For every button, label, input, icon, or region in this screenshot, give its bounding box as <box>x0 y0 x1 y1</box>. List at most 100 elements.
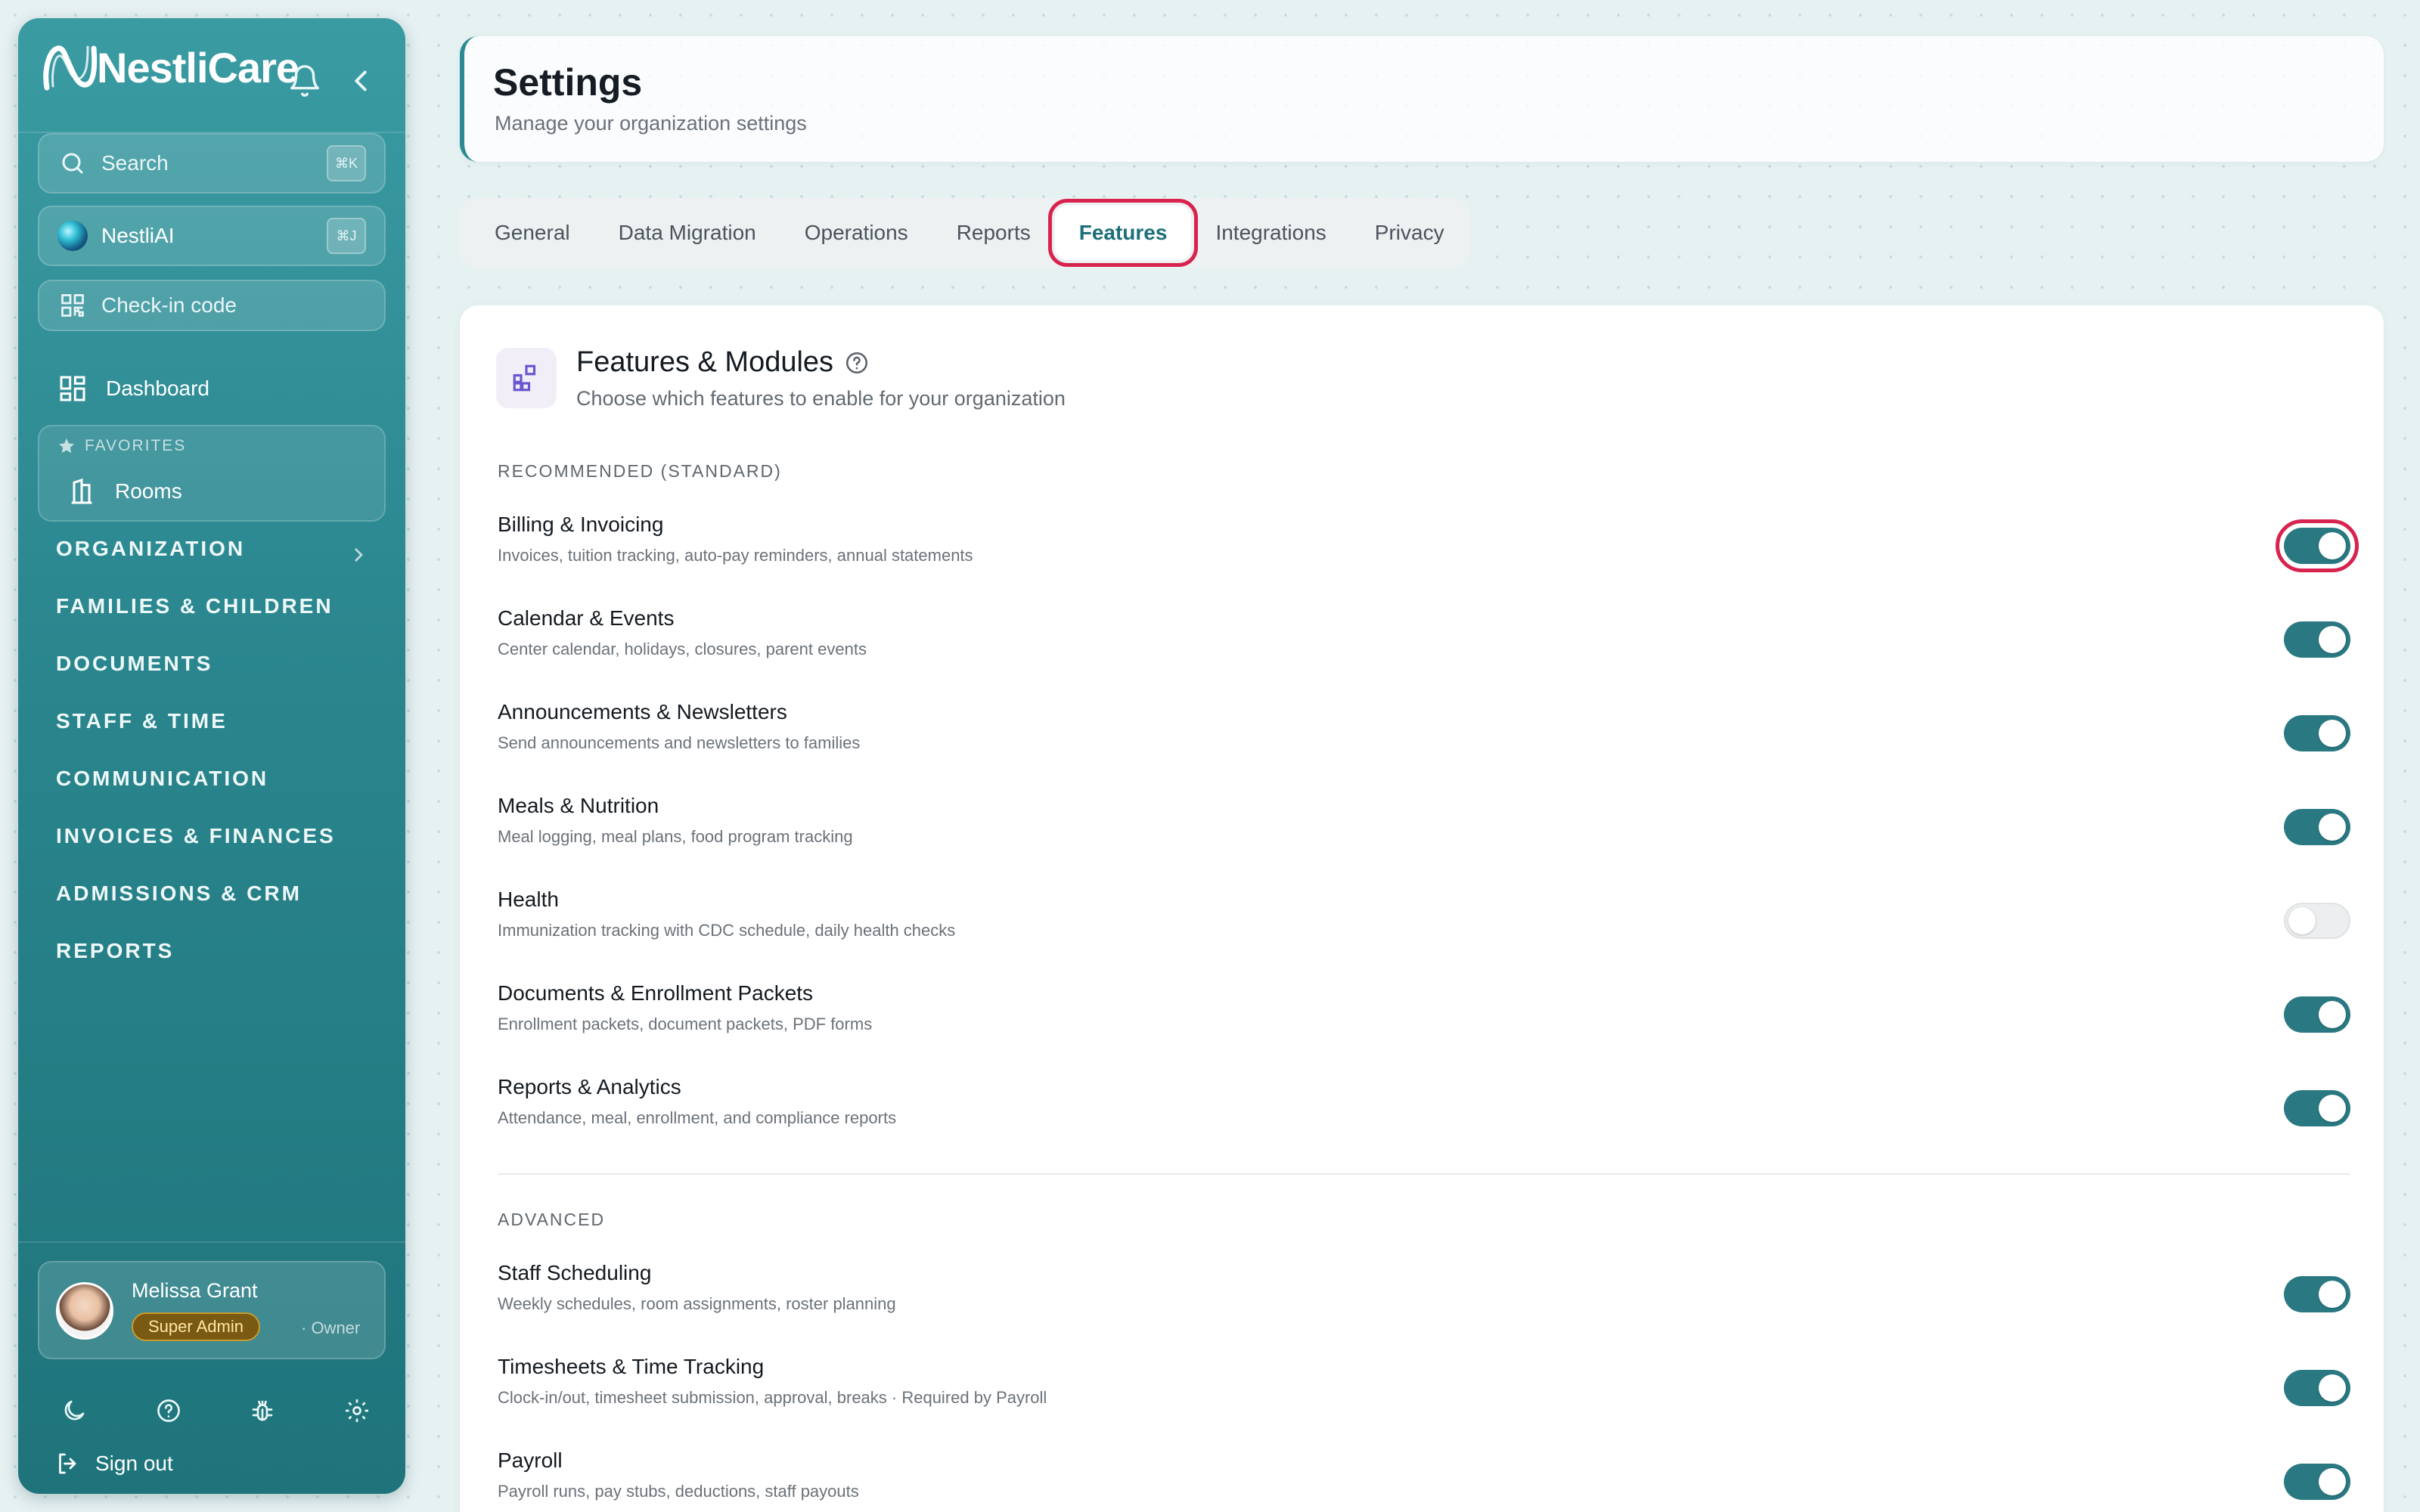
moon-icon[interactable] <box>60 1397 88 1424</box>
search-label: Search <box>101 151 169 175</box>
toggle-documents[interactable] <box>2284 996 2350 1033</box>
sidebar-item-dashboard[interactable]: Dashboard <box>57 373 209 404</box>
feature-name: Documents & Enrollment Packets <box>498 981 814 1005</box>
star-icon <box>59 438 74 454</box>
dashboard-label: Dashboard <box>106 376 209 400</box>
feature-description: Meal logging, meal plans, food program t… <box>498 827 853 846</box>
feature-description: Invoices, tuition tracking, auto-pay rem… <box>498 546 973 565</box>
feature-name: Billing & Invoicing <box>498 513 664 536</box>
toggle-payroll[interactable] <box>2284 1464 2350 1500</box>
help-circle-icon[interactable] <box>844 350 870 376</box>
tab-data-migration[interactable]: Data Migration <box>594 206 780 260</box>
toggle-calendar[interactable] <box>2284 621 2350 658</box>
bell-icon[interactable] <box>287 64 322 98</box>
feature-description: Clock-in/out, timesheet submission, appr… <box>498 1388 1047 1407</box>
feature-row-timesheets: Timesheets & Time Tracking Clock-in/out,… <box>498 1355 2350 1430</box>
sidebar-section-admissions-crm[interactable]: ADMISSIONS & CRM <box>56 881 302 906</box>
feature-name: Health <box>498 888 559 911</box>
search-shortcut: ⌘K <box>327 145 366 181</box>
feature-description: Payroll runs, pay stubs, deductions, sta… <box>498 1482 859 1501</box>
feature-row-billing: Billing & Invoicing Invoices, tuition tr… <box>498 513 2359 588</box>
brand-logo[interactable]: NestliCare <box>41 41 299 94</box>
feature-name: Staff Scheduling <box>498 1261 652 1284</box>
toggle-timesheets[interactable] <box>2284 1370 2350 1406</box>
feature-description: Weekly schedules, room assignments, rost… <box>498 1294 896 1313</box>
tab-integrations[interactable]: Integrations <box>1191 206 1350 260</box>
group-label-advanced: ADVANCED <box>498 1210 606 1229</box>
toggle-announcements[interactable] <box>2284 715 2350 751</box>
search-box[interactable]: Search ⌘K <box>38 133 386 194</box>
ai-orb-icon <box>57 221 88 251</box>
sign-out-button[interactable]: Sign out <box>54 1450 173 1477</box>
tab-general[interactable]: General <box>470 206 594 260</box>
checkin-label: Check-in code <box>101 293 237 317</box>
toggle-billing[interactable] <box>2276 519 2359 572</box>
feature-row-payroll: Payroll Payroll runs, pay stubs, deducti… <box>498 1448 2350 1512</box>
page-title: Settings <box>493 61 643 104</box>
avatar <box>56 1282 113 1340</box>
sidebar-section-families-children[interactable]: FAMILIES & CHILDREN <box>56 594 334 618</box>
user-name: Melissa Grant <box>132 1279 258 1302</box>
brand-name: NestliCare <box>97 43 299 91</box>
gear-icon[interactable] <box>343 1397 371 1424</box>
nestliai-button[interactable]: NestliAI ⌘J <box>38 206 386 266</box>
favorites-section: FAVORITES Rooms <box>38 425 386 522</box>
group-label-recommended: RECOMMENDED (STANDARD) <box>498 461 782 481</box>
feature-name: Payroll <box>498 1448 563 1472</box>
sign-out-icon <box>59 1453 76 1474</box>
qr-code-icon <box>59 292 86 319</box>
feature-name: Meals & Nutrition <box>498 794 659 817</box>
sidebar-section-staff-time[interactable]: STAFF & TIME <box>56 709 228 733</box>
favorite-item-rooms[interactable]: Rooms <box>67 476 182 507</box>
sidebar-section-documents[interactable]: DOCUMENTS <box>56 652 213 676</box>
sidebar-section-invoices-finances[interactable]: INVOICES & FINANCES <box>56 824 336 848</box>
settings-tabs: General Data Migration Operations Report… <box>460 198 1470 268</box>
group-divider <box>498 1173 2350 1175</box>
chevron-right-icon[interactable] <box>346 543 371 567</box>
features-panel: Features & Modules Choose which features… <box>460 305 2384 1512</box>
feature-row-reports: Reports & Analytics Attendance, meal, en… <box>498 1075 2350 1151</box>
feature-description: Send announcements and newsletters to fa… <box>498 733 861 752</box>
feature-name: Calendar & Events <box>498 606 675 630</box>
role-badge: Super Admin <box>132 1312 260 1341</box>
nestlicare-logo-icon <box>43 45 98 91</box>
tab-features[interactable]: Features <box>1047 199 1199 267</box>
page-subtitle: Manage your organization settings <box>495 112 807 135</box>
feature-description: Center calendar, holidays, closures, par… <box>498 640 867 658</box>
sidebar-section-organization[interactable]: ORGANIZATION <box>56 537 245 561</box>
feature-row-announcements: Announcements & Newsletters Send announc… <box>498 700 2350 776</box>
collapse-sidebar-icon[interactable] <box>343 64 378 98</box>
building-icon <box>71 478 92 504</box>
sidebar: NestliCare Search ⌘K NestliAI ⌘J Check-i… <box>18 18 405 1494</box>
tab-privacy[interactable]: Privacy <box>1351 206 1469 260</box>
feature-description: Attendance, meal, enrollment, and compli… <box>498 1108 897 1127</box>
sidebar-section-communication[interactable]: COMMUNICATION <box>56 767 268 791</box>
sidebar-tools <box>60 1397 371 1424</box>
toggle-reports[interactable] <box>2284 1090 2350 1126</box>
role-subtitle: · Owner <box>301 1318 361 1337</box>
toggle-staff-scheduling[interactable] <box>2284 1276 2350 1312</box>
bug-icon[interactable] <box>249 1397 276 1424</box>
toggle-meals[interactable] <box>2284 809 2350 845</box>
tab-operations[interactable]: Operations <box>780 206 932 260</box>
feature-row-meals: Meals & Nutrition Meal logging, meal pla… <box>498 794 2350 869</box>
modules-icon <box>496 348 557 408</box>
checkin-code-button[interactable]: Check-in code <box>38 280 386 331</box>
page-header: Settings Manage your organization settin… <box>460 36 2384 162</box>
dashboard-icon <box>60 376 85 401</box>
help-icon[interactable] <box>155 1397 182 1424</box>
feature-row-calendar: Calendar & Events Center calendar, holid… <box>498 606 2350 682</box>
search-icon <box>59 150 86 177</box>
toggle-health[interactable] <box>2284 903 2350 939</box>
feature-row-documents: Documents & Enrollment Packets Enrollmen… <box>498 981 2350 1057</box>
feature-description: Enrollment packets, document packets, PD… <box>498 1015 873 1033</box>
user-profile-card[interactable]: Melissa Grant Super Admin · Owner <box>38 1261 386 1359</box>
sidebar-section-reports[interactable]: REPORTS <box>56 939 174 963</box>
sidebar-bottom-divider <box>18 1241 405 1243</box>
feature-description: Immunization tracking with CDC schedule,… <box>498 921 956 940</box>
features-title: Features & Modules <box>576 346 870 379</box>
feature-name: Reports & Analytics <box>498 1075 681 1098</box>
features-subtitle: Choose which features to enable for your… <box>576 387 1066 410</box>
tab-reports[interactable]: Reports <box>932 206 1055 260</box>
feature-name: Announcements & Newsletters <box>498 700 787 723</box>
